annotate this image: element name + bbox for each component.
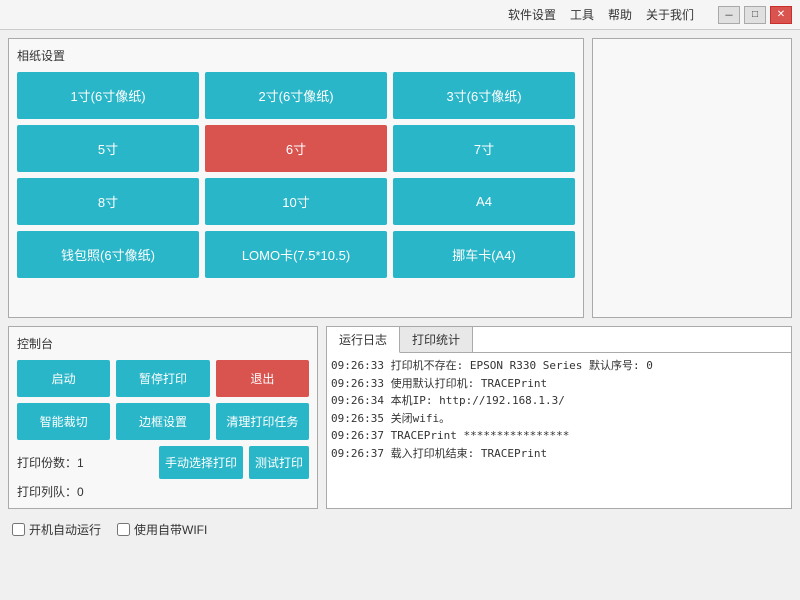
paper-btn-6[interactable]: 8寸 (17, 178, 199, 225)
main-content: 相纸设置 1寸(6寸像纸)2寸(6寸像纸)3寸(6寸像纸) 5寸6寸7寸 8寸10寸… (0, 30, 800, 517)
paper-settings-title: 相纸设置 (17, 47, 575, 64)
console-btn-row2-2[interactable]: 清理打印任务 (216, 403, 309, 440)
paper-btn-11[interactable]: 挪车卡(A4) (393, 231, 575, 278)
console-btn-row1-1[interactable]: 暂停打印 (116, 360, 209, 397)
paper-btn-9[interactable]: 钱包照(6寸像纸) (17, 231, 199, 278)
log-tabs: 运行日志打印统计 (327, 327, 791, 353)
print-count-row: 打印份数：1 手动选择打印测试打印 (17, 446, 309, 479)
title-bar: 软件设置 工具 帮助 关于我们 － □ ✕ (0, 0, 800, 30)
print-queue-label: 打印列队：0 (17, 483, 309, 500)
log-panel: 运行日志打印统计 09:26:33 打印机不存在: EPSON R330 Ser… (326, 326, 792, 509)
paper-btn-4[interactable]: 6寸 (205, 125, 387, 172)
paper-btn-3[interactable]: 5寸 (17, 125, 199, 172)
log-line: 09:26:37 TRACEPrint **************** (331, 427, 787, 445)
console-btn-row2-1[interactable]: 边框设置 (116, 403, 209, 440)
log-tab-0[interactable]: 运行日志 (327, 327, 400, 353)
paper-btn-5[interactable]: 7寸 (393, 125, 575, 172)
footer: 开机自动运行 使用自带WIFI (0, 517, 800, 542)
log-line: 09:26:37 载入打印机结束: TRACEPrint (331, 445, 787, 463)
maximize-button[interactable]: □ (744, 6, 766, 24)
wifi-checkbox[interactable] (117, 523, 130, 536)
paper-btn-1[interactable]: 2寸(6寸像纸) (205, 72, 387, 119)
log-content[interactable]: 09:26:33 打印机不存在: EPSON R330 Series 默认序号:… (327, 353, 791, 508)
paper-btn-10[interactable]: LOMO卡(7.5*10.5) (205, 231, 387, 278)
paper-btn-0[interactable]: 1寸(6寸像纸) (17, 72, 199, 119)
console-grid-row2: 智能裁切边框设置清理打印任务 (17, 403, 309, 440)
window-controls: － □ ✕ (718, 6, 792, 24)
autostart-checkbox-label[interactable]: 开机自动运行 (12, 521, 101, 538)
log-line: 09:26:33 使用默认打印机: TRACEPrint (331, 375, 787, 393)
autostart-checkbox[interactable] (12, 523, 25, 536)
paper-settings-panel: 相纸设置 1寸(6寸像纸)2寸(6寸像纸)3寸(6寸像纸) 5寸6寸7寸 8寸10寸… (8, 38, 584, 318)
console-panel: 控制台 启动暂停打印退出 智能裁切边框设置清理打印任务 打印份数：1 手动选择打… (8, 326, 318, 509)
paper-btn-7[interactable]: 10寸 (205, 178, 387, 225)
paper-btn-8[interactable]: A4 (393, 178, 575, 225)
log-tab-1[interactable]: 打印统计 (400, 327, 473, 352)
console-title: 控制台 (17, 335, 309, 352)
console-btn-row1-0[interactable]: 启动 (17, 360, 110, 397)
menu-about[interactable]: 关于我们 (646, 6, 694, 23)
top-row: 相纸设置 1寸(6寸像纸)2寸(6寸像纸)3寸(6寸像纸) 5寸6寸7寸 8寸10寸… (8, 38, 792, 318)
bottom-row: 控制台 启动暂停打印退出 智能裁切边框设置清理打印任务 打印份数：1 手动选择打… (8, 326, 792, 509)
log-line: 09:26:35 关闭wifi。 (331, 410, 787, 428)
minimize-button[interactable]: － (718, 6, 740, 24)
log-line: 09:26:33 打印机不存在: EPSON R330 Series 默认序号:… (331, 357, 787, 375)
menu-tools[interactable]: 工具 (570, 6, 594, 23)
close-button[interactable]: ✕ (770, 6, 792, 24)
console-btn-row2-0[interactable]: 智能裁切 (17, 403, 110, 440)
log-line: 09:26:34 本机IP: http://192.168.1.3/ (331, 392, 787, 410)
console-grid-row1: 启动暂停打印退出 (17, 360, 309, 397)
console-btn-row3-1[interactable]: 测试打印 (249, 446, 309, 479)
paper-grid: 1寸(6寸像纸)2寸(6寸像纸)3寸(6寸像纸) 5寸6寸7寸 8寸10寸A4 钱包照… (17, 72, 575, 278)
autostart-label: 开机自动运行 (29, 521, 101, 538)
console-btn-row1-2[interactable]: 退出 (216, 360, 309, 397)
right-preview-panel (592, 38, 792, 318)
menu-bar: 软件设置 工具 帮助 关于我们 (8, 6, 694, 23)
menu-help[interactable]: 帮助 (608, 6, 632, 23)
menu-software-settings[interactable]: 软件设置 (508, 6, 556, 23)
paper-btn-2[interactable]: 3寸(6寸像纸) (393, 72, 575, 119)
console-btn-row3-0[interactable]: 手动选择打印 (159, 446, 243, 479)
wifi-checkbox-label[interactable]: 使用自带WIFI (117, 521, 207, 538)
wifi-label: 使用自带WIFI (134, 521, 207, 538)
print-count-label: 打印份数：1 (17, 454, 84, 471)
